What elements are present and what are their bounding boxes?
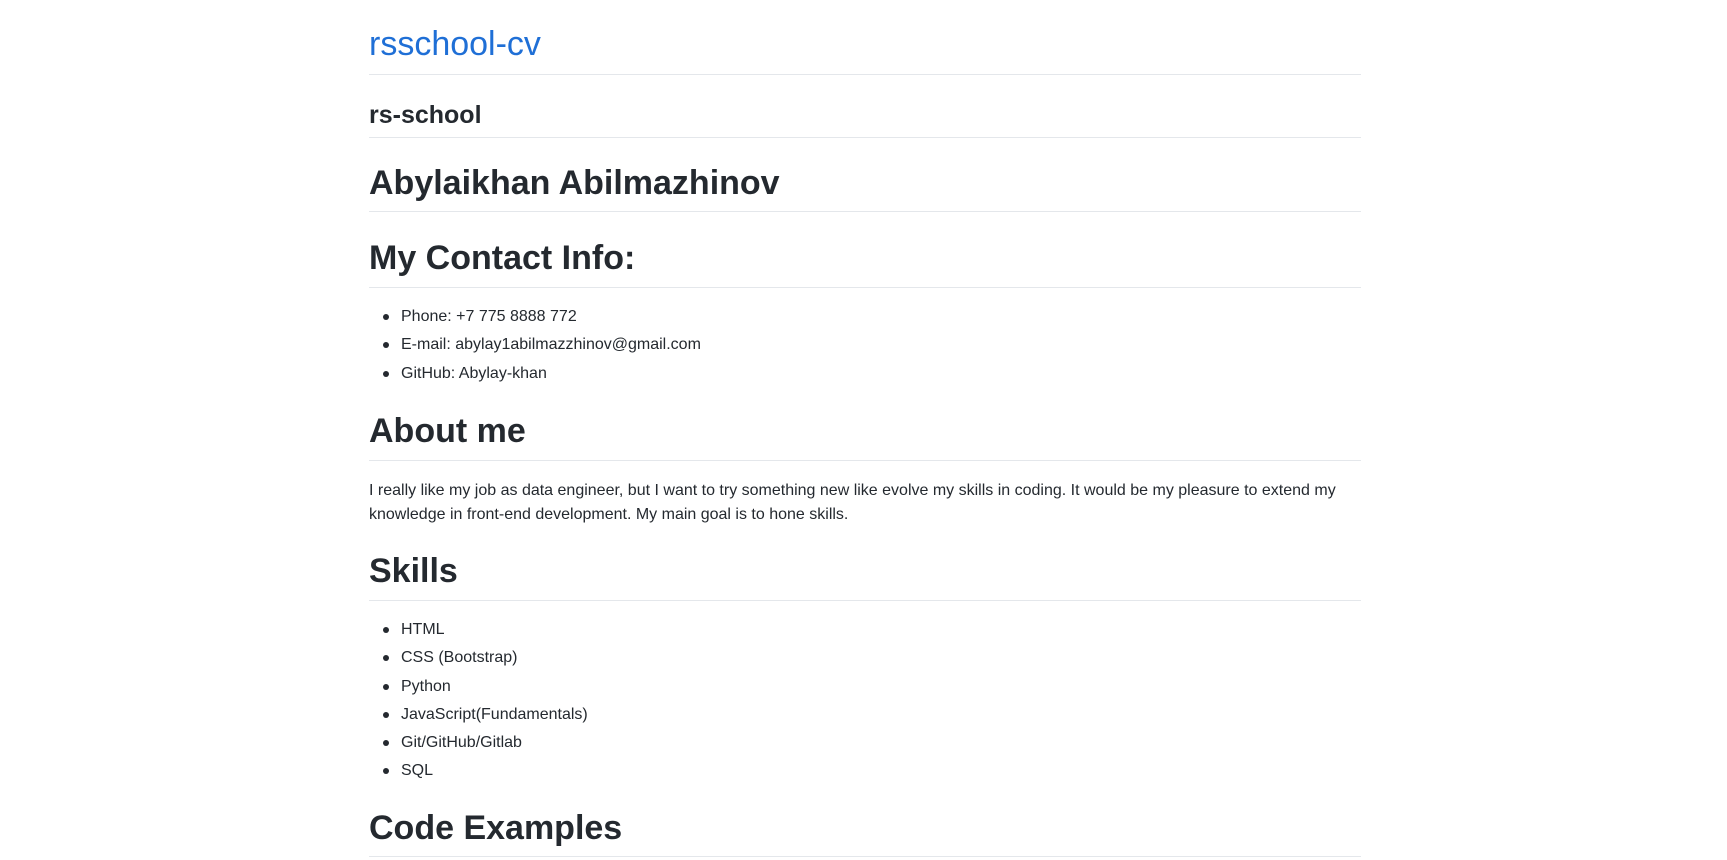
site-description: rs-school — [369, 101, 482, 129]
contact-divider — [369, 287, 1361, 288]
skills-item: JavaScript(Fundamentals) — [369, 701, 588, 729]
site-title-link[interactable]: rsschool-cv — [369, 24, 541, 64]
name-heading: Abylaikhan Abilmazhinov — [369, 164, 780, 202]
contact-item-phone: Phone: +7 775 8888 772 — [369, 303, 701, 331]
skills-item: SQL — [369, 757, 588, 785]
skills-item-text: HTML — [401, 621, 445, 638]
contact-item-email: E-mail: abylay1abilmazzhinov@gmail.com — [369, 331, 701, 359]
about-paragraph: I really like my job as data engineer, b… — [369, 482, 1336, 523]
description-divider — [369, 137, 1361, 138]
contact-item-text: Phone: +7 775 8888 772 — [401, 308, 577, 325]
skills-item: HTML — [369, 616, 588, 644]
skills-heading: Skills — [369, 552, 458, 590]
skills-item-text: CSS (Bootstrap) — [401, 649, 518, 667]
skills-item: Python — [369, 673, 588, 701]
code-examples-divider — [369, 856, 1361, 857]
bullet-icon — [383, 655, 389, 662]
bullet-icon — [383, 314, 389, 320]
bullet-icon — [383, 711, 389, 718]
skills-item: Git/GitHub/Gitlab — [369, 729, 588, 757]
name-divider — [369, 211, 1361, 212]
contact-list: Phone: +7 775 8888 772 E-mail: abylay1ab… — [369, 303, 701, 388]
contact-item-github: GitHub: Abylay-khan — [369, 360, 701, 388]
bullet-icon — [383, 342, 389, 349]
skills-item-text: Python — [401, 677, 451, 695]
skills-list: HTML CSS (Bootstrap) Python JavaScript(F… — [369, 616, 588, 786]
skills-item: CSS (Bootstrap) — [369, 644, 588, 672]
page: rsschool-cv rs-school Abylaikhan Abilmaz… — [0, 0, 1727, 860]
code-examples-heading: Code Examples — [369, 809, 623, 847]
skills-divider — [369, 600, 1361, 601]
skills-item-text: JavaScript(Fundamentals) — [401, 705, 588, 723]
bullet-icon — [383, 683, 389, 690]
header-divider — [369, 74, 1361, 75]
about-heading: About me — [369, 412, 526, 450]
skills-item-text: Git/GitHub/Gitlab — [401, 734, 522, 752]
about-divider — [369, 460, 1361, 461]
bullet-icon — [383, 627, 389, 633]
bullet-icon — [383, 768, 389, 775]
contact-item-text: GitHub: Abylay-khan — [401, 364, 547, 382]
bullet-icon — [383, 740, 389, 747]
contact-heading: My Contact Info: — [369, 239, 636, 277]
contact-item-text: E-mail: abylay1abilmazzhinov@gmail.com — [401, 336, 701, 354]
skills-item-text: SQL — [401, 762, 434, 780]
bullet-icon — [383, 370, 389, 377]
